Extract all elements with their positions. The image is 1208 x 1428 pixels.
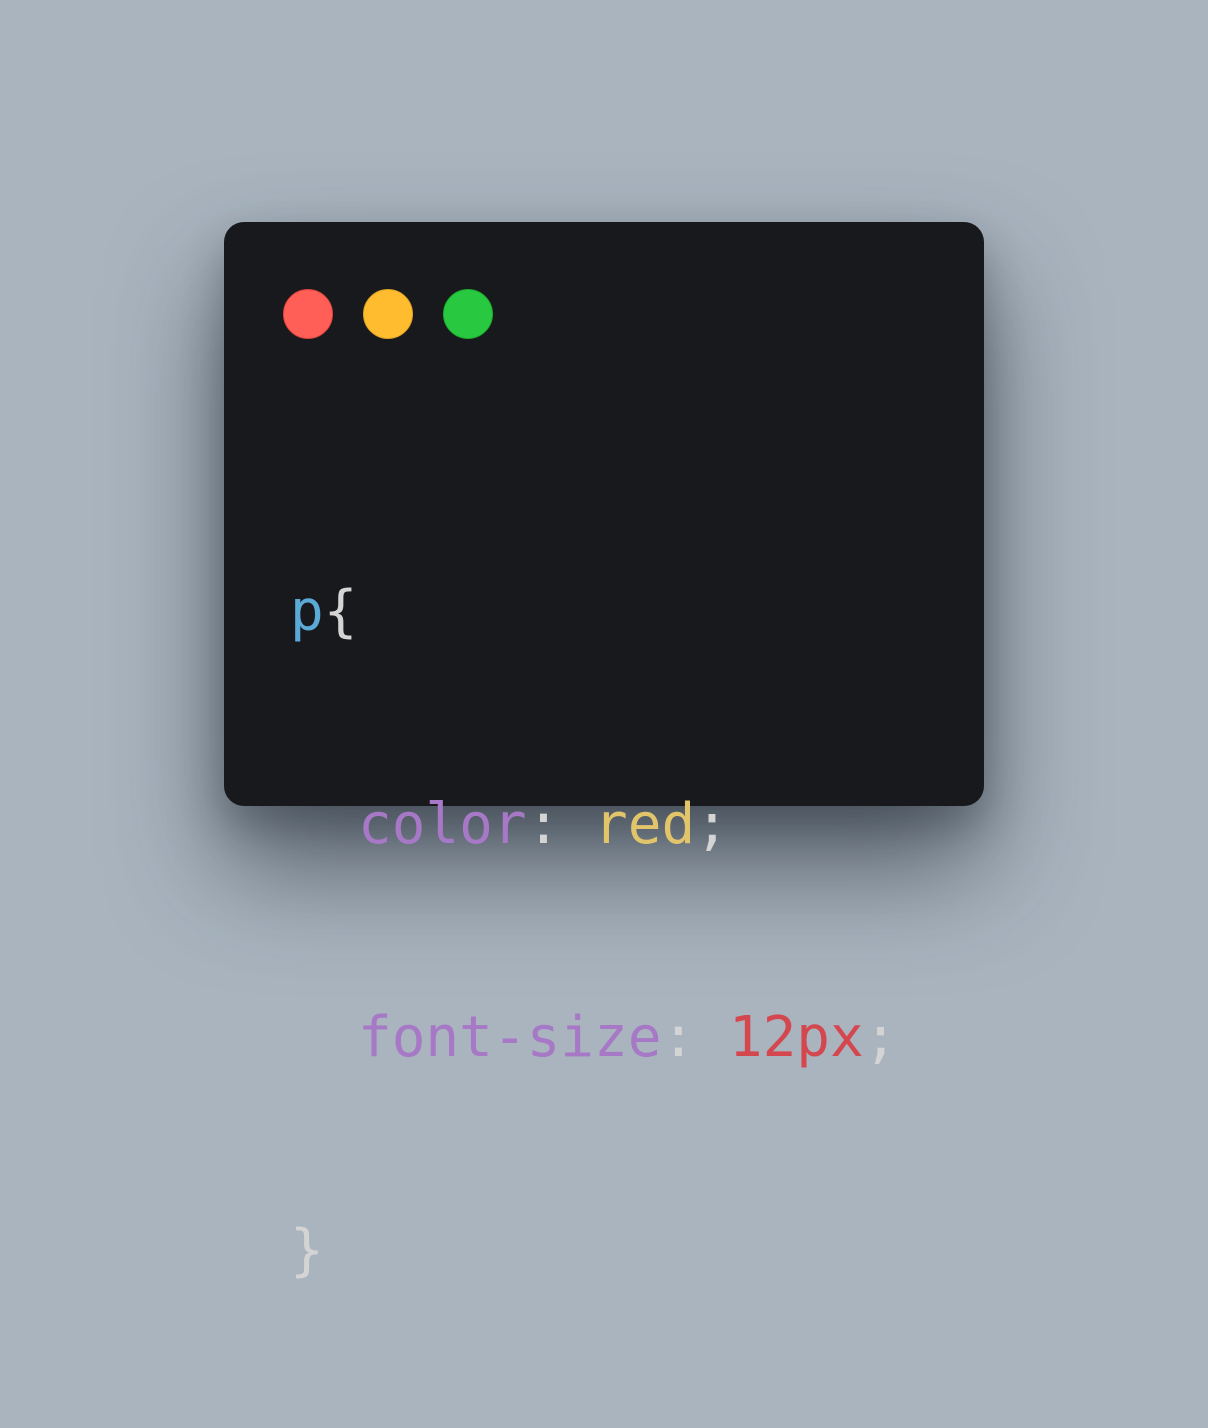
colon: :	[526, 792, 561, 857]
code-line-selector: p{	[290, 576, 897, 647]
close-brace: }	[290, 1218, 324, 1283]
semicolon: ;	[695, 792, 729, 857]
open-brace: {	[323, 579, 358, 644]
css-property: color	[358, 792, 527, 857]
code-block: p{ color: red; font-size: 12px; }	[290, 434, 897, 1428]
code-line-declaration: font-size: 12px;	[290, 1002, 897, 1073]
css-value: red	[594, 792, 696, 857]
css-selector: p	[290, 579, 324, 644]
window-controls	[283, 289, 493, 339]
maximize-button[interactable]	[443, 289, 493, 339]
close-button[interactable]	[283, 289, 333, 339]
css-value: 12px	[728, 1005, 864, 1070]
colon: :	[661, 1005, 696, 1070]
semicolon: ;	[863, 1005, 898, 1070]
css-property: font-size	[358, 1005, 662, 1070]
code-window: p{ color: red; font-size: 12px; }	[224, 222, 984, 1283]
code-line-declaration: color: red;	[290, 789, 897, 860]
minimize-button[interactable]	[363, 289, 413, 339]
code-line-close: }	[290, 1215, 897, 1286]
